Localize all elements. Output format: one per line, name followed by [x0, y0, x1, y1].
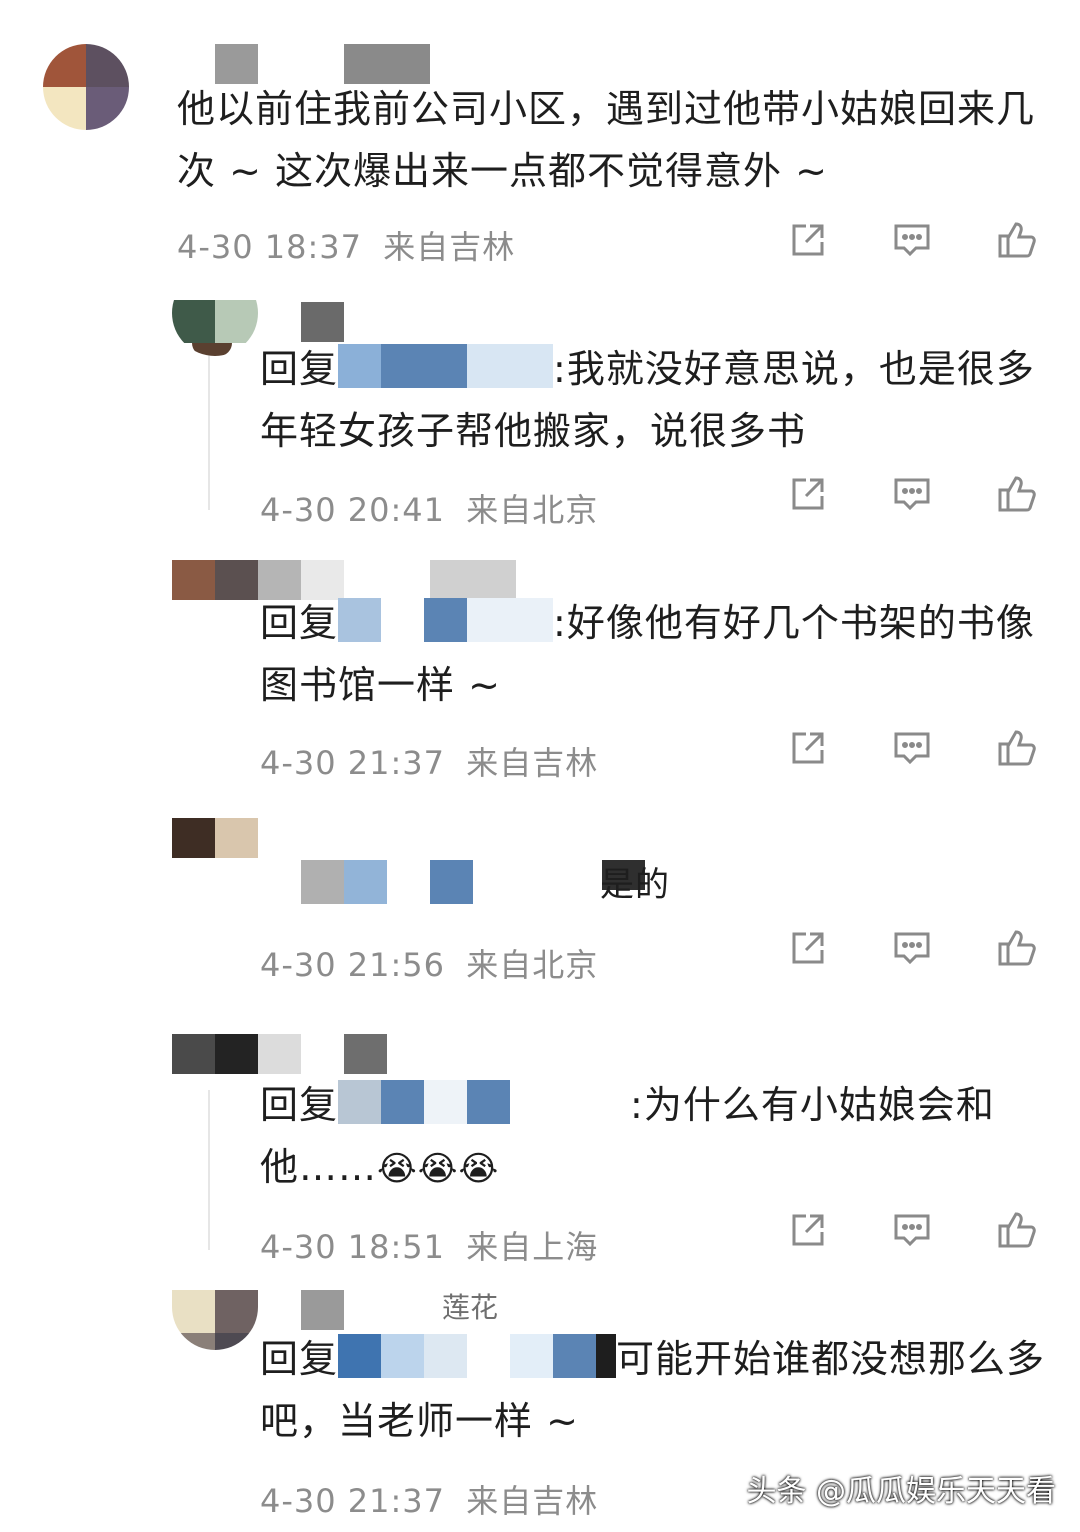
reply-text: 回复 可能开始谁都没想那么多吧，当老师一样 ~ [260, 1328, 1050, 1452]
comment-actions [786, 726, 1036, 770]
comment-meta: 4-30 21:56 来自北京 [260, 940, 598, 986]
comment-icon[interactable] [890, 726, 934, 770]
comment-location: 来自吉林 [466, 744, 599, 782]
reply-prefix: 回复 [260, 601, 339, 645]
thread-line [208, 350, 210, 510]
avatar[interactable] [43, 44, 129, 130]
reply-prefix: 回复 [260, 1083, 339, 1127]
avatar[interactable] [172, 270, 258, 356]
comment-location: 来自北京 [466, 946, 599, 984]
mention-mosaic[interactable] [338, 598, 554, 642]
avatar[interactable] [172, 1290, 258, 1350]
share-icon[interactable] [786, 926, 830, 970]
reply-text: 是的 [600, 865, 670, 905]
like-icon[interactable] [994, 1208, 1038, 1252]
comment-meta: 4-30 18:51 来自上海 [260, 1222, 598, 1268]
comment-actions [786, 926, 1036, 970]
comment-actions [786, 218, 1036, 262]
username-mosaic[interactable] [301, 1290, 361, 1330]
comment-icon[interactable] [890, 218, 934, 262]
comment-time: 4-30 21:37 [260, 1482, 446, 1520]
share-icon[interactable] [786, 472, 830, 516]
username-mosaic[interactable] [301, 302, 351, 342]
mention-mosaic[interactable] [338, 344, 554, 388]
mention-mosaic[interactable] [338, 1334, 617, 1378]
watermark: 头条 @瓜瓜娱乐天天看 [746, 1474, 1056, 1509]
comment-meta: 4-30 21:37 来自吉林 [260, 1476, 598, 1522]
comment-location: 来自吉林 [383, 228, 516, 266]
mention-mosaic[interactable] [338, 1080, 631, 1124]
comment-location: 来自北京 [466, 491, 599, 529]
thread-line [208, 1090, 210, 1250]
share-icon[interactable] [786, 726, 830, 770]
comment-icon[interactable] [890, 1208, 934, 1252]
like-icon[interactable] [994, 472, 1038, 516]
comment-icon[interactable] [890, 926, 934, 970]
avatar-mosaic[interactable] [172, 818, 258, 858]
comment-icon[interactable] [890, 472, 934, 516]
comment-actions [786, 472, 1036, 516]
comment-meta: 4-30 18:37 来自吉林 [177, 222, 515, 268]
username-fragment[interactable]: 莲花 [442, 1286, 498, 1326]
share-icon[interactable] [786, 1208, 830, 1252]
reply-text: 回复:为什么有小姑娘会和他……😭😭😭 [260, 1074, 1050, 1200]
reply-prefix: 回复 [260, 1337, 339, 1381]
like-icon[interactable] [994, 926, 1038, 970]
comment-meta: 4-30 20:41 来自北京 [260, 485, 598, 531]
like-icon[interactable] [994, 726, 1038, 770]
comment-time: 4-30 18:37 [177, 228, 363, 266]
reply-text: 回复:我就没好意思说，也是很多年轻女孩子帮他搬家，说很多书 [260, 338, 1050, 462]
like-icon[interactable] [994, 218, 1038, 262]
comment-text: 他以前住我前公司小区，遇到过他带小姑娘回来几次 ~ 这次爆出来一点都不觉得意外 … [177, 87, 1036, 193]
comment-location: 来自吉林 [466, 1482, 599, 1520]
reply-text: 回复:好像他有好几个书架的书像图书馆一样 ~ [260, 592, 1050, 716]
comment-time: 4-30 21:37 [260, 744, 446, 782]
comment-meta: 4-30 21:37 来自吉林 [260, 738, 598, 784]
reply-prefix: 回复 [260, 347, 339, 391]
comment-location: 来自上海 [466, 1228, 599, 1266]
crying-emoji: 😭😭😭 [377, 1149, 500, 1189]
avatar-username-mosaic[interactable] [172, 1034, 388, 1074]
comment-time: 4-30 18:51 [260, 1228, 446, 1266]
share-icon[interactable] [786, 218, 830, 262]
comment-time: 4-30 20:41 [260, 491, 446, 529]
text-mosaic [301, 860, 645, 904]
comment-actions [786, 1208, 1036, 1252]
comment-time: 4-30 21:56 [260, 946, 446, 984]
